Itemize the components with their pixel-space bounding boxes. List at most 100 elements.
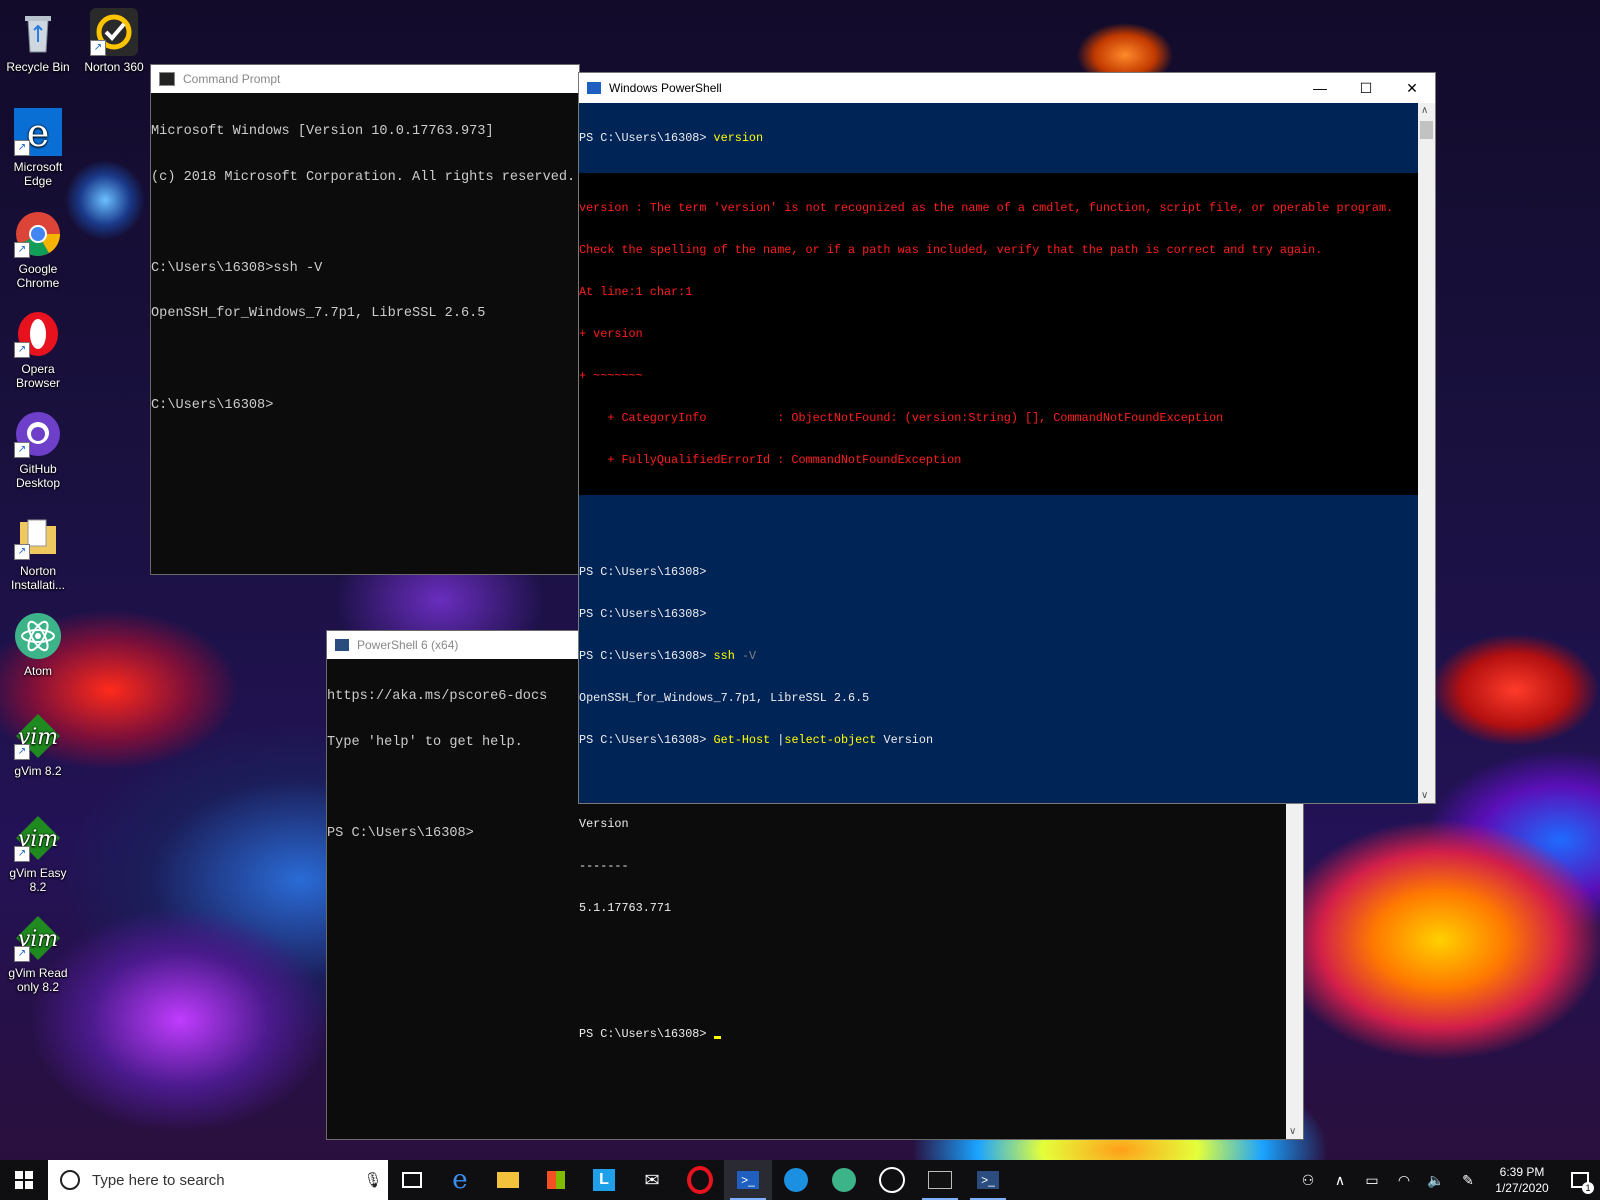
window-title: Windows PowerShell [609, 81, 722, 95]
vim-icon: vim ↗ [14, 712, 62, 760]
scroll-down-icon[interactable]: ∨ [1289, 1126, 1296, 1137]
taskbar-powershell6[interactable]: >_ [964, 1160, 1012, 1200]
task-view-icon [402, 1172, 422, 1188]
people-icon[interactable]: ⚇ [1292, 1172, 1324, 1189]
mail-icon: ✉ [644, 1169, 660, 1190]
title-bar[interactable]: Windows PowerShell — ☐ ✕ [579, 73, 1435, 103]
windows-logo-icon [15, 1171, 33, 1189]
clock-time: 6:39 PM [1499, 1165, 1545, 1179]
atom-icon [14, 612, 62, 660]
error-line: + CategoryInfo : ObjectNotFound: (versio… [579, 411, 1224, 425]
taskbar-search-box[interactable]: Type here to search 🎙 [48, 1160, 388, 1200]
opera-icon: ↗ [14, 310, 62, 358]
pen-icon[interactable]: ✎ [1452, 1172, 1484, 1189]
desktop-icon-github-desktop[interactable]: ↗ GitHub Desktop [0, 410, 76, 490]
scrollbar-thumb[interactable] [1420, 121, 1433, 139]
taskbar-command-prompt[interactable] [916, 1160, 964, 1200]
command-text: version [713, 131, 764, 145]
desktop-icon-atom[interactable]: Atom [0, 612, 76, 678]
photos-icon [879, 1167, 905, 1193]
prompt: PS C:\Users\16308> [579, 649, 707, 663]
taskbar-edge[interactable]: e [436, 1160, 484, 1200]
edge-icon: e ↗ [14, 108, 62, 156]
shortcut-arrow-icon: ↗ [14, 946, 30, 962]
vertical-scrollbar[interactable]: ∧ ∨ [1418, 103, 1435, 803]
powershell-icon: >_ [737, 1171, 759, 1189]
desktop-icon-opera-browser[interactable]: ↗ Opera Browser [0, 310, 76, 390]
maximize-button[interactable]: ☐ [1343, 73, 1389, 103]
taskbar-gitkraken[interactable] [772, 1160, 820, 1200]
console-line: Microsoft Windows [Version 10.0.17763.97… [151, 124, 494, 139]
taskbar-l-app[interactable]: L [580, 1160, 628, 1200]
edge-icon: e [452, 1165, 468, 1195]
volume-icon[interactable]: 🔈 [1420, 1172, 1452, 1189]
title-bar[interactable]: Command Prompt [151, 65, 579, 93]
taskbar-file-explorer[interactable] [484, 1160, 532, 1200]
text-cursor [713, 1036, 721, 1039]
desktop-icon-gvim[interactable]: vim ↗ gVim 8.2 [0, 712, 76, 778]
console-output[interactable]: PS C:\Users\16308> version version : The… [579, 103, 1435, 1069]
minimize-button[interactable]: — [1297, 73, 1343, 103]
command-prompt-window[interactable]: Command Prompt Microsoft Windows [Versio… [150, 64, 580, 575]
console-line: PS C:\Users\16308> [579, 565, 707, 579]
desktop-icon-label: Norton Installati... [10, 564, 66, 592]
desktop-icon-microsoft-edge[interactable]: e ↗ Microsoft Edge [0, 108, 76, 188]
error-line: + FullyQualifiedErrorId : CommandNotFoun… [579, 453, 962, 467]
windows-powershell-window[interactable]: Windows PowerShell — ☐ ✕ PS C:\Users\163… [578, 72, 1436, 1041]
taskbar-powershell[interactable]: >_ [724, 1160, 772, 1200]
desktop-icon-label: gVim Read only 8.2 [8, 966, 68, 994]
error-line: version : The term 'version' is not reco… [579, 201, 1394, 215]
command-text: Get-Host [713, 733, 771, 747]
desktop-icon-label: gVim Easy 8.2 [9, 866, 67, 894]
console-output[interactable]: Microsoft Windows [Version 10.0.17763.97… [151, 93, 579, 443]
notification-center-button[interactable]: 1 [1560, 1160, 1600, 1200]
shortcut-arrow-icon: ↗ [90, 40, 106, 56]
error-line: + ~~~~~~~ [579, 369, 643, 383]
taskbar-atom[interactable] [820, 1160, 868, 1200]
norton-icon: ↗ [90, 8, 138, 56]
prompt: PS C:\Users\16308> [579, 1027, 707, 1041]
microphone-icon[interactable]: 🎙 [358, 1171, 388, 1189]
taskbar-photos[interactable] [868, 1160, 916, 1200]
gitkraken-icon [784, 1168, 808, 1192]
notification-badge: 1 [1582, 1182, 1594, 1194]
console-line: C:\Users\16308>ssh -V [151, 260, 323, 276]
scroll-down-icon[interactable]: ∨ [1421, 790, 1428, 801]
close-button[interactable]: ✕ [1389, 73, 1435, 103]
task-view-button[interactable] [388, 1160, 436, 1200]
show-hidden-icons-chevron-icon[interactable]: ∧ [1324, 1172, 1356, 1189]
clock-date: 1/27/2020 [1495, 1181, 1549, 1195]
wifi-icon[interactable]: ◠ [1388, 1172, 1420, 1189]
console-line: OpenSSH_for_Windows_7.7p1, LibreSSL 2.6.… [151, 306, 486, 322]
vim-icon: vim ↗ [14, 914, 62, 962]
desktop-icon-gvim-readonly[interactable]: vim ↗ gVim Read only 8.2 [0, 914, 76, 994]
battery-icon[interactable]: ▭ [1356, 1172, 1388, 1189]
error-line: At line:1 char:1 [579, 285, 693, 299]
command-arg: Version [883, 733, 934, 747]
taskbar-mail[interactable]: ✉ [628, 1160, 676, 1200]
folder-icon: ↗ [14, 512, 62, 560]
clock[interactable]: 6:39 PM 1/27/2020 [1484, 1164, 1560, 1196]
taskbar-opera[interactable] [676, 1160, 724, 1200]
console-line: PS C:\Users\16308> ssh -V [579, 649, 1435, 663]
shortcut-arrow-icon: ↗ [14, 544, 30, 560]
scroll-up-icon[interactable]: ∧ [1421, 105, 1428, 116]
console-line: PS C:\Users\16308> [579, 607, 707, 621]
shortcut-arrow-icon: ↗ [14, 846, 30, 862]
command-text: select-object [784, 733, 877, 747]
command-text: ssh [713, 649, 735, 663]
opera-icon [687, 1166, 713, 1194]
desktop-icon-recycle-bin[interactable]: Recycle Bin [0, 8, 76, 74]
taskbar-store[interactable] [532, 1160, 580, 1200]
start-button[interactable] [0, 1160, 48, 1200]
command-arg: -V [741, 649, 757, 663]
shortcut-arrow-icon: ↗ [14, 744, 30, 760]
desktop-icon-norton-installation[interactable]: ↗ Norton Installati... [0, 512, 76, 592]
desktop-icon-gvim-easy[interactable]: vim ↗ gVim Easy 8.2 [0, 814, 76, 894]
desktop-icon-norton-360[interactable]: ↗ Norton 360 [76, 8, 152, 74]
desktop-icon-google-chrome[interactable]: ↗ Google Chrome [0, 210, 76, 290]
